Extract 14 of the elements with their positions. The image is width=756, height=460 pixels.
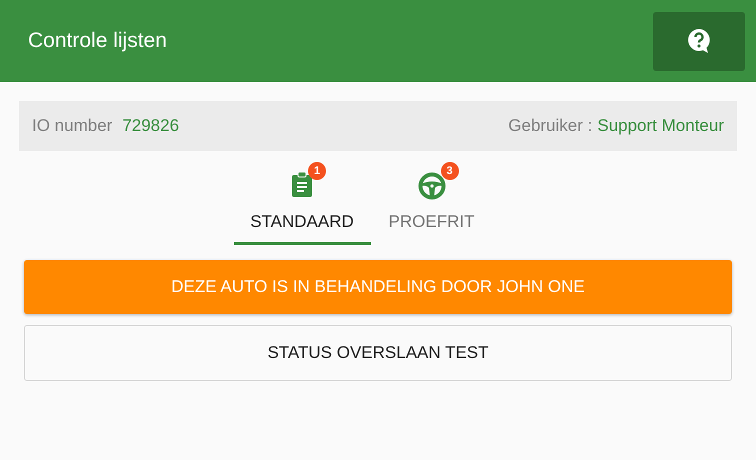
tab[interactable]: 3 PROEFRIT (370, 165, 492, 245)
count-badge: 3 (440, 162, 458, 180)
skip-status-button[interactable]: STATUS OVERSLAAN TEST (24, 325, 732, 381)
help-icon (687, 28, 711, 54)
tab[interactable]: 1 STANDAARD (234, 165, 370, 245)
clipboard-icon (291, 172, 313, 198)
user-value: Support Monteur (597, 116, 724, 136)
user-label: Gebruiker : (508, 116, 592, 136)
io-value: 729826 (122, 116, 180, 136)
io-label: IO number (32, 116, 112, 136)
help-button[interactable] (653, 12, 745, 70)
app-title: Controle lijsten (28, 29, 167, 53)
steering-wheel-icon (418, 172, 446, 200)
count-badge: 1 (308, 162, 326, 180)
